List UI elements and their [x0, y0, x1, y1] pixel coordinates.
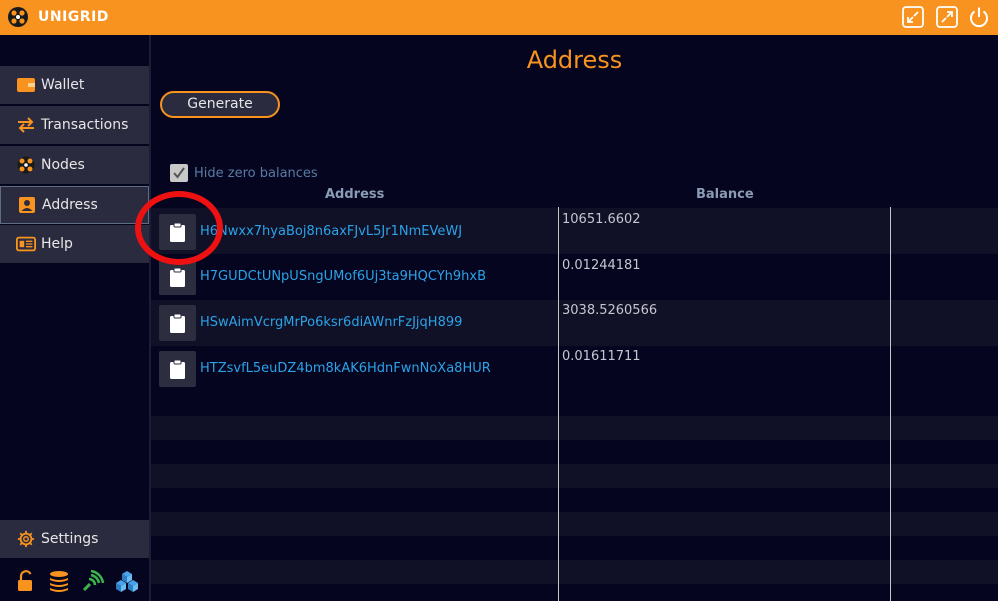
blocks-icon[interactable] — [115, 569, 139, 593]
sidebar-item-transactions[interactable]: Transactions — [0, 106, 149, 144]
address-card-icon — [19, 197, 35, 213]
column-header-balance[interactable]: Balance — [696, 187, 754, 202]
sidebar-item-address[interactable]: Address — [0, 186, 149, 224]
checkmark-icon — [173, 167, 185, 179]
table-row[interactable]: H6Nwxx7hyaBoj8n6axFJvL5Jr1NmEVeWJ 10651.… — [151, 208, 998, 254]
table-row[interactable]: HSwAimVcrgMrPo6ksr6diAWnrFzJjqH899 3038.… — [151, 300, 998, 346]
wallet-icon — [17, 78, 35, 92]
sidebar-item-wallet[interactable]: Wallet — [0, 66, 149, 104]
column-divider — [558, 207, 559, 601]
balance-value: 0.01611711 — [562, 349, 641, 364]
unigrid-logo-icon — [8, 7, 28, 27]
minimize-window-icon[interactable] — [902, 6, 924, 28]
gear-icon — [17, 530, 35, 548]
hide-zero-balances-toggle[interactable]: Hide zero balances — [170, 164, 318, 182]
table-row[interactable]: HTZsvfL5euDZ4bm8kAK6HdnFwnNoXa8HUR 0.016… — [151, 346, 998, 392]
sidebar-item-help[interactable]: Help — [0, 225, 149, 263]
clipboard-icon — [170, 267, 185, 287]
table-row[interactable]: H7GUDCtUNpUSngUMof6Uj3ta9HQCYh9hxB 0.012… — [151, 254, 998, 300]
address-value[interactable]: HSwAimVcrgMrPo6ksr6diAWnrFzJjqH899 — [200, 315, 462, 330]
power-icon[interactable] — [968, 6, 990, 28]
balance-value: 0.01244181 — [562, 258, 641, 273]
hide-zero-label: Hide zero balances — [194, 165, 318, 181]
page-title: Address — [526, 46, 623, 74]
balance-value: 10651.6602 — [562, 212, 641, 227]
lock-open-icon[interactable] — [14, 569, 38, 593]
address-value[interactable]: H7GUDCtUNpUSngUMof6Uj3ta9HQCYh9hxB — [200, 269, 486, 284]
main-panel: Address Generate Hide zero balances Addr… — [151, 35, 998, 601]
nodes-icon — [17, 156, 35, 174]
status-bar — [0, 560, 149, 601]
copy-address-button[interactable] — [159, 305, 196, 341]
app-name: UNIGRID — [38, 9, 109, 25]
address-value[interactable]: HTZsvfL5euDZ4bm8kAK6HdnFwnNoXa8HUR — [200, 361, 491, 376]
generate-button[interactable]: Generate — [160, 91, 280, 118]
sidebar-item-settings[interactable]: Settings — [0, 520, 149, 558]
empty-row — [151, 536, 998, 560]
brand: UNIGRID — [8, 7, 109, 27]
empty-row — [151, 392, 998, 416]
copy-address-button[interactable] — [159, 351, 196, 387]
transfer-arrows-icon — [18, 117, 34, 133]
empty-row — [151, 584, 998, 601]
maximize-window-icon[interactable] — [936, 6, 958, 28]
settings-label: Settings — [41, 531, 99, 547]
empty-row — [151, 464, 998, 488]
help-card-icon — [16, 236, 36, 252]
empty-row — [151, 512, 998, 536]
highlight-circle — [135, 191, 223, 265]
hide-zero-checkbox[interactable] — [170, 164, 188, 182]
clipboard-icon — [170, 359, 185, 379]
sidebar-item-label: Help — [41, 236, 73, 252]
title-bar: UNIGRID — [0, 0, 998, 35]
empty-row — [151, 440, 998, 464]
empty-row — [151, 488, 998, 512]
sidebar-item-nodes[interactable]: Nodes — [0, 146, 149, 184]
empty-row — [151, 560, 998, 584]
coins-icon[interactable] — [47, 569, 71, 593]
table-header: Address Balance — [151, 185, 998, 207]
clipboard-icon — [170, 313, 185, 333]
address-value[interactable]: H6Nwxx7hyaBoj8n6axFJvL5Jr1NmEVeWJ — [200, 224, 462, 239]
balance-value: 3038.5260566 — [562, 303, 658, 318]
column-divider — [890, 207, 891, 601]
sidebar-item-label: Address — [42, 197, 98, 213]
empty-row — [151, 416, 998, 440]
sidebar-item-label: Transactions — [41, 117, 129, 133]
network-signal-icon[interactable] — [81, 569, 105, 593]
sidebar-item-label: Wallet — [41, 77, 85, 93]
sidebar-item-label: Nodes — [41, 157, 85, 173]
column-header-address[interactable]: Address — [325, 187, 384, 202]
